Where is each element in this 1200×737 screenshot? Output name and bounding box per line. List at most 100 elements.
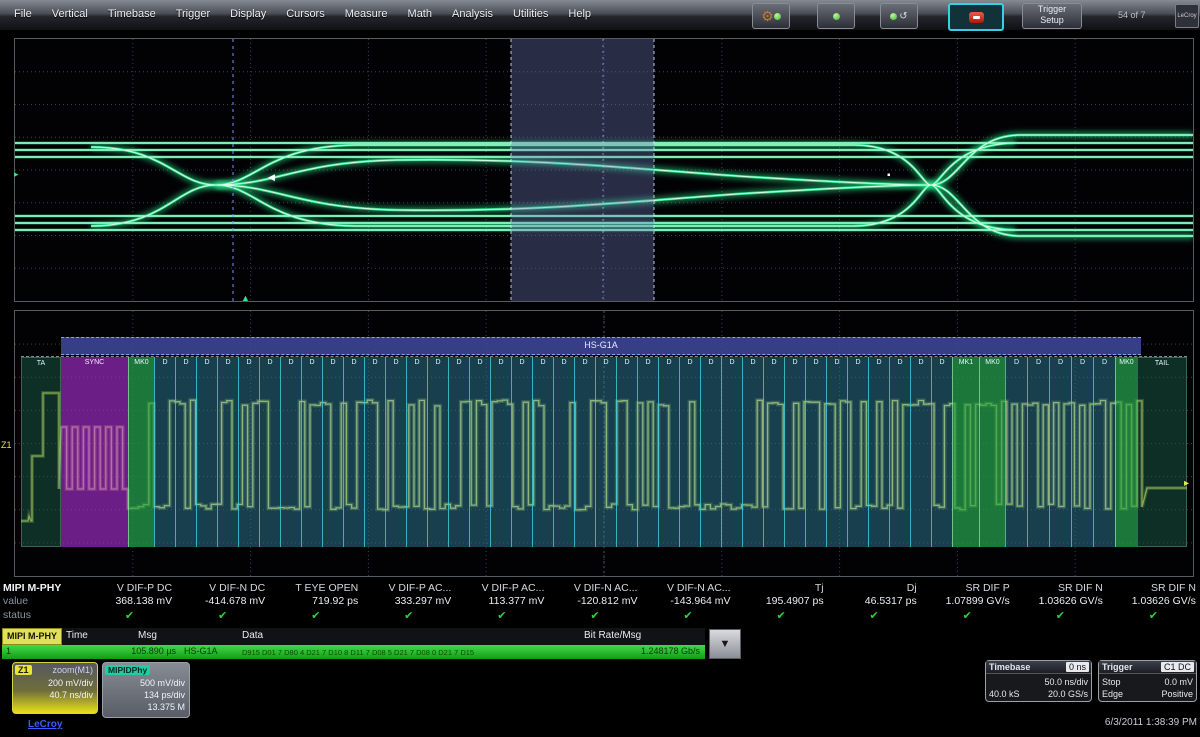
timebase-descriptor[interactable]: Timebase 0 ns 50.0 ns/div 40.0 kS 20.0 G… bbox=[985, 660, 1092, 702]
zoom-trace-descriptor[interactable]: Z1 zoom(M1) 200 mV/div 40.7 ns/div bbox=[12, 662, 98, 714]
measure-column-value: -414.678 mV bbox=[176, 595, 269, 608]
trigger-stop-button[interactable] bbox=[948, 3, 1004, 31]
menu-item-math[interactable]: Math bbox=[398, 6, 442, 22]
menu-item-utilities[interactable]: Utilities bbox=[503, 6, 558, 22]
symbol-cell-label: D bbox=[155, 359, 175, 366]
measure-status-check-icon: ✔ bbox=[828, 609, 921, 622]
symbol-cell-label: D bbox=[869, 359, 889, 366]
decode-table-row[interactable]: 1 105.890 µs HS-G1A D915 D01 7 D80 4 D21… bbox=[2, 645, 705, 659]
eye-diagram bbox=[15, 39, 1193, 301]
menu-items: FileVerticalTimebaseTriggerDisplayCursor… bbox=[4, 6, 601, 22]
measure-column-label: V DIF-P AC... bbox=[455, 582, 548, 595]
trigger-setup-button[interactable]: Trigger Setup bbox=[1022, 3, 1082, 29]
menu-item-trigger[interactable]: Trigger bbox=[166, 6, 220, 22]
trigger-setup-label-2: Setup bbox=[1023, 15, 1081, 26]
symbol-cell-label: D bbox=[365, 359, 385, 366]
symbol-cell-label: D bbox=[281, 359, 301, 366]
symbol-cell-label: D bbox=[848, 359, 868, 366]
symbol-cell-d: D bbox=[469, 357, 490, 547]
measure-package-label: MIPI M-PHY bbox=[0, 582, 83, 595]
symbol-cell-label: D bbox=[449, 359, 469, 366]
symbol-cell-d: D bbox=[217, 357, 238, 547]
decode-waveform-graticule: HS-G1A TASYNCMK0DDDDDDDDDDDDDDDDDDDDDDDD… bbox=[14, 310, 1194, 577]
z1-vdiv: 200 mV/div bbox=[48, 678, 93, 688]
measure-column-label: Tj bbox=[735, 582, 828, 595]
symbol-cell-d: D bbox=[490, 357, 511, 547]
settings-toolbar-button[interactable]: ⚙ bbox=[752, 3, 790, 29]
trigger-descriptor[interactable]: Trigger C1 DC Stop 0.0 mV Edge Positive bbox=[1098, 660, 1197, 702]
timebase-scale-value: 50.0 ns/div bbox=[1044, 677, 1088, 687]
menu-item-cursors[interactable]: Cursors bbox=[276, 6, 335, 22]
menu-item-analysis[interactable]: Analysis bbox=[442, 6, 503, 22]
trigger-title: Trigger bbox=[1102, 662, 1133, 672]
red-trigger-icon bbox=[969, 12, 984, 23]
decode-table-header: MIPI M-PHY Time Msg Data Bit Rate/Msg bbox=[2, 628, 705, 645]
menu-item-help[interactable]: Help bbox=[558, 6, 601, 22]
symbol-cell-label: SYNC bbox=[61, 359, 128, 366]
measure-column-label: Dj bbox=[828, 582, 921, 595]
row-msg: HS-G1A bbox=[184, 646, 218, 656]
symbol-cell-d: D bbox=[700, 357, 721, 547]
trigger-slope: Positive bbox=[1161, 689, 1193, 699]
measure-column-value: -120.812 mV bbox=[548, 595, 641, 608]
measure-label-row: MIPI M-PHY V DIF-P DCV DIF-N DCT EYE OPE… bbox=[0, 582, 1200, 595]
measure-status-check-icon: ✔ bbox=[1107, 609, 1200, 622]
symbol-cell-label: D bbox=[239, 359, 259, 366]
measurement-gate-region[interactable] bbox=[511, 39, 654, 301]
measure-column-value: 333.297 mV bbox=[362, 595, 455, 608]
decode-protocol-tab[interactable]: MIPI M-PHY bbox=[2, 628, 62, 645]
measure-column-label: SR DIF N bbox=[1107, 582, 1200, 595]
menu-item-file[interactable]: File bbox=[4, 6, 42, 22]
measure-column-value: 368.138 mV bbox=[83, 595, 176, 608]
symbol-cell-label: MK0 bbox=[1116, 359, 1137, 366]
symbol-cell-label: TAIL bbox=[1138, 360, 1186, 367]
symbol-cell-d: D bbox=[784, 357, 805, 547]
decode-table-dropdown-button[interactable]: ▼ bbox=[709, 629, 741, 659]
menu-item-timebase[interactable]: Timebase bbox=[98, 6, 166, 22]
measure-status-check-icon: ✔ bbox=[269, 609, 362, 622]
symbol-cell-d: D bbox=[889, 357, 910, 547]
brand-logo: LeCroy bbox=[1175, 4, 1199, 28]
frame-band-label: HS-G1A bbox=[584, 340, 618, 350]
decode-symbol-cells: TASYNCMK0DDDDDDDDDDDDDDDDDDDDDDDDDDDDDDD… bbox=[21, 356, 1187, 547]
measure-status-check-icon: ✔ bbox=[176, 609, 269, 622]
mipi-tab: MIPIDPhy bbox=[105, 665, 150, 675]
measure-column-label: SR DIF N bbox=[1014, 582, 1107, 595]
timebase-sampling: 40.0 kS 20.0 GS/s bbox=[989, 689, 1088, 699]
symbol-cell-label: MK1 bbox=[953, 359, 979, 366]
refresh-toolbar-button[interactable]: ↺ bbox=[880, 3, 918, 29]
cursor-left-marker[interactable]: ◀ bbox=[268, 172, 275, 183]
trigger-type-label: Edge bbox=[1102, 689, 1123, 699]
status-counter: 54 of 7 bbox=[1118, 10, 1146, 20]
measure-column-value: -143.964 mV bbox=[641, 595, 734, 608]
menu-item-display[interactable]: Display bbox=[220, 6, 276, 22]
eye-diagram-graticule: ◀ ▪ ▸ bbox=[14, 38, 1194, 302]
symbol-cell-label: D bbox=[575, 359, 595, 366]
footer-link[interactable]: LeCroy bbox=[28, 719, 62, 730]
cursor-dot-marker[interactable]: ▪ bbox=[887, 170, 891, 181]
status-toolbar-button[interactable] bbox=[817, 3, 855, 29]
symbol-cell-label: D bbox=[260, 359, 280, 366]
mipi-decode-descriptor[interactable]: MIPIDPhy 500 mV/div 134 ps/div 13.375 M bbox=[102, 662, 190, 718]
symbol-cell-d: D bbox=[511, 357, 532, 547]
symbol-cell-d: D bbox=[1005, 357, 1027, 547]
trigger-position-icon[interactable]: ▲ bbox=[241, 294, 250, 302]
symbol-cell-d: D bbox=[427, 357, 448, 547]
timebase-samplerate: 20.0 GS/s bbox=[1048, 689, 1088, 699]
measure-column-label: V DIF-N DC bbox=[176, 582, 269, 595]
menu-item-measure[interactable]: Measure bbox=[335, 6, 398, 22]
green-dot-icon bbox=[774, 13, 781, 20]
symbol-cell-label: D bbox=[743, 359, 763, 366]
symbol-cell-label: D bbox=[470, 359, 490, 366]
trigger-header: Trigger C1 DC bbox=[1099, 661, 1196, 674]
symbol-cell-d: D bbox=[448, 357, 469, 547]
symbol-cell-mk0: MK0 bbox=[1115, 357, 1137, 547]
measure-status-check-icon: ✔ bbox=[548, 609, 641, 622]
symbol-cell-label: D bbox=[932, 359, 952, 366]
symbol-cell-ta: TA bbox=[21, 357, 61, 547]
menu-item-vertical[interactable]: Vertical bbox=[42, 6, 98, 22]
decode-result-table: MIPI M-PHY Time Msg Data Bit Rate/Msg 1 … bbox=[2, 628, 742, 661]
symbol-cell-label: D bbox=[806, 359, 826, 366]
symbol-cell-d: D bbox=[910, 357, 931, 547]
symbol-cell-label: D bbox=[512, 359, 532, 366]
